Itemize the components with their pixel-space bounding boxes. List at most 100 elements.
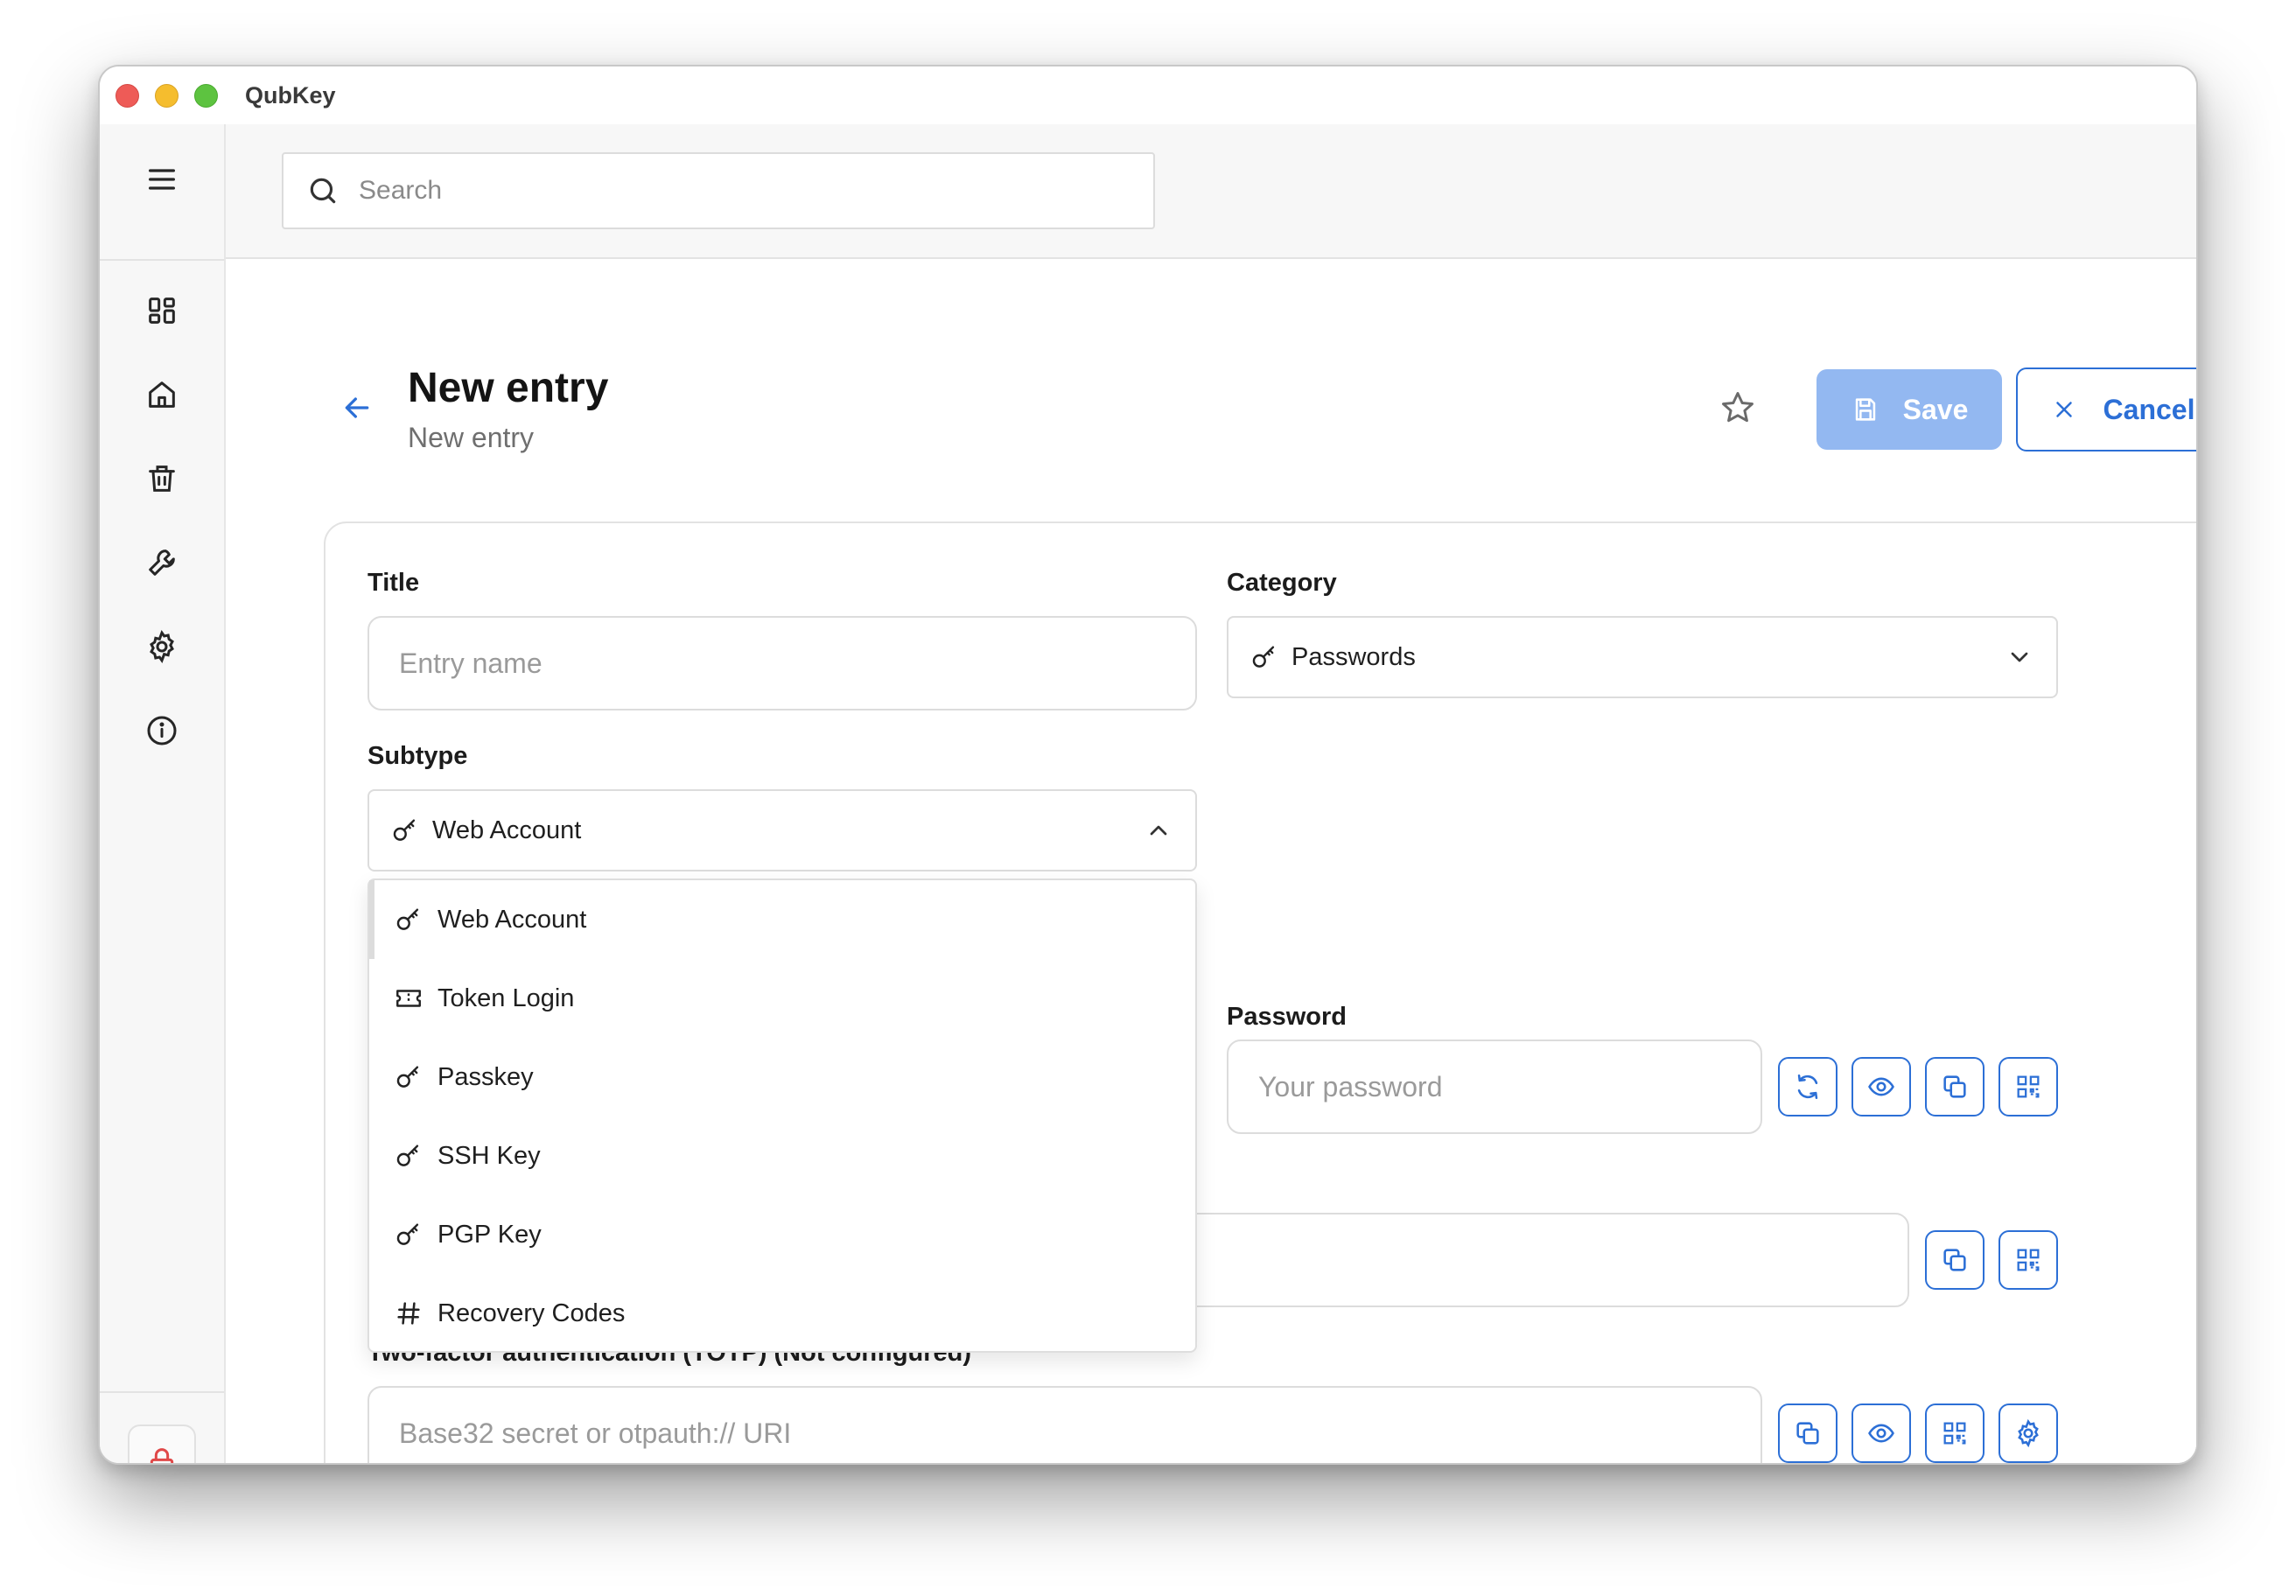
copy-icon (1796, 1422, 1819, 1445)
sidebar-item-trash[interactable] (142, 458, 182, 499)
lock-icon (150, 1448, 174, 1463)
show-password-button[interactable] (1852, 1057, 1911, 1116)
key-icon (393, 819, 416, 841)
refresh-icon (1797, 1074, 1818, 1100)
save-button[interactable]: Save (1816, 369, 2002, 450)
back-button[interactable] (340, 390, 374, 425)
app-window: QubKey Search New entry New entry Save C… (98, 65, 2198, 1465)
chevron-up-icon (1150, 825, 1167, 836)
qr-code-icon (1943, 1422, 1966, 1445)
copy-field-button[interactable] (1925, 1230, 1984, 1290)
subtype-dropdown: Web Account Token Login Passkey SSH Key … (368, 878, 1197, 1353)
totp-qr-button[interactable] (1925, 1404, 1984, 1463)
main-content: New entry New entry Save Cancel Title En… (226, 259, 2196, 1463)
floppy-disk-icon (1855, 398, 1875, 421)
trash-icon (149, 466, 175, 492)
subtype-option-label: Passkey (438, 1062, 534, 1091)
title-input[interactable]: Entry name (368, 616, 1197, 710)
subtype-option[interactable]: Web Account (369, 880, 1195, 959)
password-input[interactable]: Your password (1227, 1040, 1762, 1134)
password-qr-button[interactable] (1998, 1057, 2058, 1116)
menu-button[interactable] (142, 159, 182, 200)
subtype-option-label: SSH Key (438, 1141, 541, 1170)
subtype-select[interactable]: Web Account (368, 789, 1197, 872)
copy-icon (1943, 1075, 1966, 1098)
wrench-icon (149, 550, 175, 576)
cancel-label: Cancel (2103, 393, 2195, 425)
field-qr-button[interactable] (1998, 1230, 2058, 1290)
subtype-option-label: Recovery Codes (438, 1298, 626, 1327)
dashboard-icon (149, 298, 175, 324)
top-bar (226, 124, 2196, 259)
key-icon (396, 1066, 419, 1088)
key-icon (396, 1144, 419, 1166)
qr-code-icon (2017, 1249, 2040, 1271)
star-icon (1722, 392, 1754, 423)
info-icon (147, 716, 177, 746)
favorite-button[interactable] (1718, 388, 1759, 429)
close-window-button[interactable] (116, 84, 139, 108)
qr-code-icon (2017, 1075, 2040, 1098)
ticket-icon (396, 990, 421, 1007)
show-totp-button[interactable] (1852, 1404, 1911, 1463)
eye-icon (1868, 1424, 1894, 1443)
home-icon (149, 382, 175, 408)
sidebar-item-about[interactable] (142, 710, 182, 751)
totp-placeholder: Base32 secret or otpauth:// URI (399, 1417, 792, 1449)
subtype-value: Web Account (432, 816, 582, 844)
search-icon (306, 173, 341, 208)
close-icon (2055, 402, 2072, 417)
subtype-option[interactable]: Recovery Codes (369, 1274, 1195, 1353)
save-label: Save (1902, 393, 1969, 425)
search-input[interactable] (359, 176, 1111, 206)
sidebar-item-home[interactable] (142, 374, 182, 415)
password-label: Password (1227, 1003, 1347, 1031)
cancel-button[interactable]: Cancel (2016, 368, 2196, 452)
chevron-down-icon (2011, 652, 2028, 662)
totp-input[interactable]: Base32 secret or otpauth:// URI (368, 1386, 1762, 1463)
copy-totp-button[interactable] (1778, 1404, 1838, 1463)
page-subtitle: New entry (408, 422, 535, 453)
subtype-option-label: PGP Key (438, 1220, 542, 1249)
subtype-option[interactable]: PGP Key (369, 1195, 1195, 1274)
arrow-left-icon (345, 397, 369, 418)
zoom-window-button[interactable] (194, 84, 218, 108)
minimize-window-button[interactable] (155, 84, 178, 108)
gear-icon (150, 629, 174, 664)
sidebar-bottom-divider (100, 1391, 224, 1393)
totp-settings-button[interactable] (1998, 1404, 2058, 1463)
category-value: Passwords (1292, 642, 1416, 671)
sidebar-item-settings[interactable] (142, 626, 182, 667)
hash-icon (397, 1302, 420, 1325)
generate-password-button[interactable] (1778, 1057, 1838, 1116)
hamburger-icon (149, 169, 175, 190)
title-bar: QubKey (100, 66, 2196, 124)
title-placeholder: Entry name (399, 647, 542, 679)
sidebar-item-dashboard[interactable] (142, 290, 182, 331)
key-icon (396, 1223, 419, 1245)
subtype-option[interactable]: Passkey (369, 1038, 1195, 1116)
sidebar (100, 124, 226, 1463)
lock-vault-button[interactable] (128, 1424, 196, 1463)
gear-icon (2018, 1418, 2039, 1448)
category-select[interactable]: Passwords (1227, 616, 2058, 698)
subtype-label: Subtype (368, 742, 468, 770)
title-label: Title (368, 569, 420, 597)
copy-password-button[interactable] (1925, 1057, 1984, 1116)
category-label: Category (1227, 569, 1337, 597)
search-box[interactable] (282, 152, 1155, 229)
subtype-option[interactable]: Token Login (369, 959, 1195, 1038)
entry-form-card: Title Entry name Category Passwords Subt… (324, 522, 2196, 1463)
page-title: New entry (408, 365, 609, 411)
app-title: QubKey (245, 82, 336, 108)
sidebar-item-tools[interactable] (142, 542, 182, 583)
password-placeholder: Your password (1258, 1070, 1443, 1102)
sidebar-divider (100, 259, 224, 261)
key-icon (1252, 646, 1275, 668)
key-icon (396, 908, 419, 930)
subtype-option[interactable]: SSH Key (369, 1116, 1195, 1195)
subtype-option-label: Token Login (438, 984, 575, 1012)
subtype-option-label: Web Account (438, 905, 587, 934)
copy-icon (1943, 1249, 1966, 1271)
eye-icon (1868, 1077, 1894, 1096)
